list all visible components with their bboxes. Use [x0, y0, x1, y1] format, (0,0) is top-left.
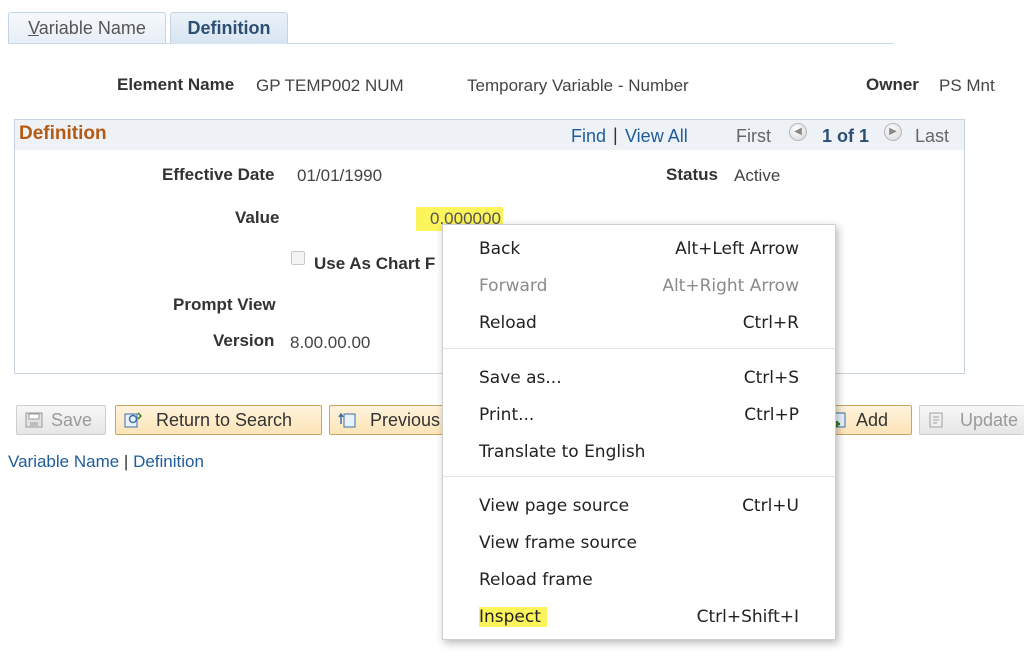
menu-item-view-frame-source[interactable]: View frame source	[443, 528, 835, 558]
bottom-link-variable-name[interactable]: Variable Name	[8, 452, 119, 471]
owner-value: PS Mnt	[939, 76, 995, 95]
menu-item-back[interactable]: Back Alt+Left Arrow	[443, 234, 835, 264]
save-button-label: Save	[51, 410, 93, 430]
use-as-chart-label: Use As Chart F	[314, 254, 436, 273]
tab-variable-name[interactable]: Variable Name	[8, 12, 166, 43]
menu-item-reload-frame[interactable]: Reload frame	[443, 565, 835, 595]
menu-item-inspect[interactable]: Inspect Ctrl+Shift+I	[443, 602, 835, 632]
menu-item-inspect-shortcut: Ctrl+Shift+I	[696, 607, 799, 627]
version-value: 8.00.00.00	[290, 333, 371, 352]
browser-context-menu: Back Alt+Left Arrow Forward Alt+Right Ar…	[442, 224, 836, 640]
save-button[interactable]: Save	[16, 405, 106, 435]
menu-item-save-as[interactable]: Save as... Ctrl+S	[443, 363, 835, 393]
tab-definition[interactable]: Definition	[170, 12, 288, 44]
update-button-label: Update	[960, 410, 1019, 430]
return-to-search-label: Return to Search	[156, 410, 293, 430]
menu-item-save-as-label: Save as...	[479, 368, 562, 388]
next-row-icon[interactable]: ▶	[884, 123, 902, 141]
menu-item-view-page-source-shortcut: Ctrl+U	[742, 496, 799, 516]
bottom-link-definition[interactable]: Definition	[133, 452, 204, 471]
menu-item-reload-shortcut: Ctrl+R	[742, 313, 799, 333]
previous-button-label: Previous	[370, 410, 441, 430]
tab-variable-name-label: ariable Name	[38, 18, 146, 38]
menu-item-forward-label: Forward	[479, 276, 548, 296]
return-to-search-button[interactable]: Return to Search	[115, 405, 322, 435]
previous-list-icon	[338, 412, 356, 428]
prompt-view-label: Prompt View	[173, 295, 276, 314]
view-all-link[interactable]: View All	[625, 126, 688, 147]
status-label: Status	[666, 165, 718, 184]
menu-item-inspect-label: Inspect	[479, 607, 547, 627]
menu-item-forward-shortcut: Alt+Right Arrow	[662, 276, 799, 296]
version-label: Version	[213, 331, 275, 350]
update-display-button[interactable]: Update	[919, 405, 1024, 435]
effective-date-label: Effective Date	[162, 165, 275, 184]
use-as-chart-checkbox[interactable]	[291, 251, 305, 265]
search-document-icon	[124, 412, 142, 428]
value-label: Value	[235, 208, 280, 227]
menu-item-translate[interactable]: Translate to English	[443, 437, 835, 467]
tab-definition-label: Definition	[187, 18, 271, 38]
menu-item-save-as-shortcut: Ctrl+S	[743, 368, 799, 388]
add-button-label: Add	[856, 410, 889, 430]
find-link[interactable]: Find	[571, 126, 606, 147]
menu-item-print-label: Print...	[479, 405, 535, 425]
tab-bar-underline	[8, 43, 894, 44]
save-icon	[25, 412, 43, 428]
bottom-page-links: Variable Name | Definition	[8, 452, 204, 472]
definition-title: Definition	[19, 123, 107, 144]
menu-item-forward[interactable]: Forward Alt+Right Arrow	[443, 271, 835, 301]
menu-item-back-shortcut: Alt+Left Arrow	[675, 239, 799, 259]
menu-item-view-page-source-label: View page source	[479, 496, 630, 516]
menu-item-print-shortcut: Ctrl+P	[744, 405, 799, 425]
menu-item-reload-label: Reload	[479, 313, 537, 333]
last-link[interactable]: Last	[915, 126, 949, 147]
nav-divider: |	[613, 125, 618, 145]
menu-separator	[443, 476, 835, 477]
element-name-label: Element Name	[117, 75, 235, 94]
previous-in-list-button[interactable]: Previous	[329, 405, 449, 435]
menu-item-view-page-source[interactable]: View page source Ctrl+U	[443, 491, 835, 521]
previous-row-icon[interactable]: ◀	[789, 123, 807, 141]
menu-item-translate-label: Translate to English	[479, 442, 646, 462]
menu-item-back-label: Back	[479, 239, 521, 259]
effective-date-value: 01/01/1990	[297, 166, 383, 185]
page-count: 1 of 1	[822, 126, 870, 146]
update-display-icon	[929, 412, 943, 428]
menu-separator	[443, 348, 835, 349]
status-value: Active	[734, 166, 781, 185]
menu-item-reload-frame-label: Reload frame	[479, 570, 593, 590]
first-link[interactable]: First	[736, 126, 771, 147]
owner-label: Owner	[866, 75, 919, 94]
element-name-value: GP TEMP002 NUM	[256, 76, 404, 95]
menu-item-print[interactable]: Print... Ctrl+P	[443, 400, 835, 430]
menu-item-view-frame-source-label: View frame source	[479, 533, 638, 553]
element-description: Temporary Variable - Number	[467, 76, 689, 95]
tab-access-key: V	[28, 18, 39, 38]
bottom-link-divider: |	[123, 452, 129, 471]
menu-item-reload[interactable]: Reload Ctrl+R	[443, 308, 835, 338]
